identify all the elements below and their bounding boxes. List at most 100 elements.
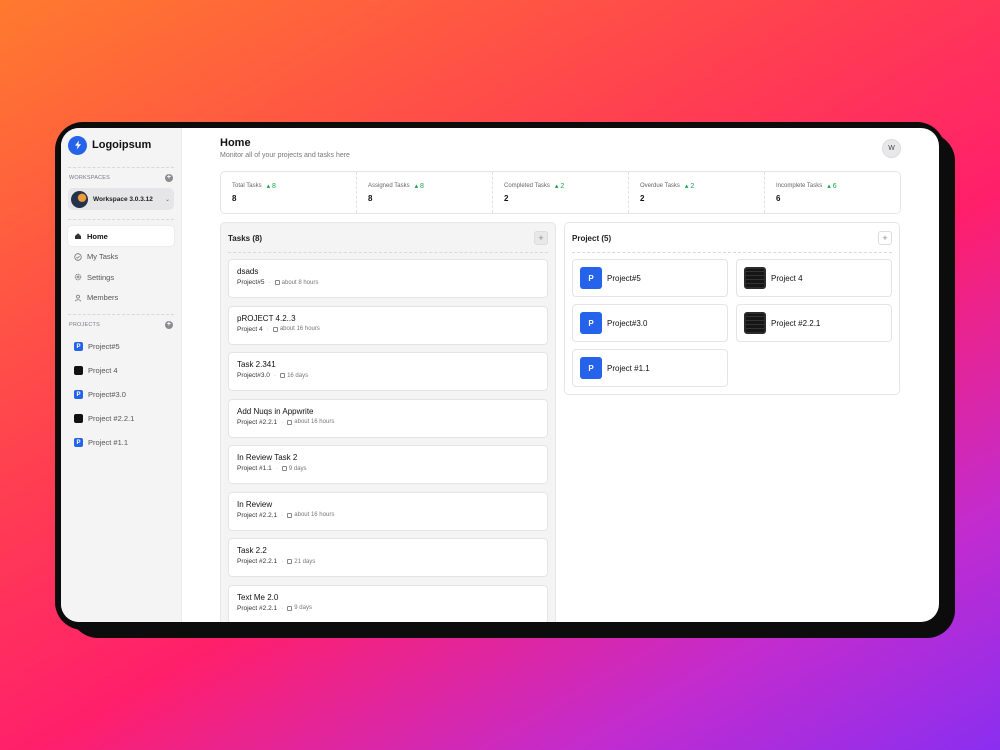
stat-value: 2 [504, 194, 509, 203]
stat-delta: 2 [690, 183, 695, 190]
nav-item-members[interactable]: Members [68, 288, 174, 308]
stat-overdue-tasks: Overdue Tasks ▴ 2 2 [629, 172, 765, 213]
stat-completed-tasks: Completed Tasks ▴ 2 2 [493, 172, 629, 213]
calendar-icon [287, 605, 293, 611]
stat-label: Overdue Tasks [640, 183, 680, 189]
task-card[interactable]: pROJECT 4.2..3 Project 4 · about 16 hours [228, 305, 548, 345]
task-due: 16 days [287, 372, 309, 379]
stat-label: Completed Tasks [504, 183, 550, 189]
sidebar-project-item[interactable]: P Project#3.0 [68, 383, 174, 407]
project-card[interactable]: P Project #1.1 [572, 349, 728, 387]
stat-delta: 2 [560, 183, 565, 190]
project-icon [744, 267, 766, 289]
task-name: Task 2.341 [237, 360, 276, 369]
stat-incomplete-tasks: Incomplete Tasks ▴ 6 6 [765, 172, 900, 213]
project-name: Project #2.2.1 [771, 318, 821, 328]
project-card[interactable]: P Project#5 [572, 259, 728, 297]
project-name: Project#3.0 [607, 318, 648, 328]
task-project: Project #2.2.1 [237, 418, 278, 426]
sidebar-project-label: Project #1.1 [88, 438, 129, 447]
user-avatar[interactable]: W [882, 139, 901, 158]
add-task-button[interactable]: + [534, 231, 548, 245]
brand-name: Logoipsum [92, 139, 152, 151]
task-due: 21 days [294, 558, 316, 565]
task-name: Add Nuqs in Appwrite [237, 406, 314, 416]
app-window: Logoipsum WORKSPACES + Workspace 3.0.3.1… [61, 128, 939, 622]
nav-item-home[interactable]: Home [68, 226, 174, 246]
nav-item-settings[interactable]: Settings [68, 267, 174, 287]
project-badge: P [74, 438, 83, 447]
add-workspace-icon[interactable]: + [165, 174, 173, 182]
trend-up-icon: ▴ 8 [414, 183, 424, 190]
stat-value: 6 [776, 194, 781, 203]
project-icon: P [580, 267, 602, 289]
project-badge [74, 366, 83, 375]
trend-up-icon: ▴ 2 [554, 183, 565, 190]
task-due: about 8 hours [281, 279, 319, 286]
divider [68, 313, 174, 315]
sidebar-project-label: Project#3.0 [88, 390, 126, 399]
stat-label: Assigned Tasks [368, 183, 410, 189]
task-project: Project #2.2.1 [237, 558, 278, 565]
stat-value: 2 [640, 194, 645, 203]
main-content: Home Monitor all of your projects and ta… [182, 128, 939, 622]
sidebar-project-item[interactable]: Project 4 [68, 359, 174, 383]
task-card[interactable]: In Review Project #2.2.1 · about 16 hours [228, 491, 548, 531]
task-due: about 16 hours [294, 512, 335, 518]
task-due: 9 days [288, 465, 307, 472]
sidebar: Logoipsum WORKSPACES + Workspace 3.0.3.1… [61, 128, 182, 622]
stat-delta: 8 [420, 183, 424, 190]
sidebar-project-item[interactable]: P Project #1.1 [68, 431, 174, 455]
task-card[interactable]: dsads Project#5 · about 8 hours [228, 259, 548, 298]
nav-label-members: Members [87, 293, 119, 302]
project-card[interactable]: Project 4 [736, 259, 892, 297]
sidebar-project-label: Project 4 [88, 366, 118, 375]
workspaces-heading: WORKSPACES [69, 175, 111, 181]
projects-heading: PROJECTS [69, 321, 100, 328]
sidebar-project-item[interactable]: Project #2.2.1 [68, 407, 174, 431]
task-card[interactable]: Text Me 2.0 Project #2.2.1 · 9 days [228, 584, 548, 622]
nav-label-home: Home [87, 231, 108, 241]
project-card[interactable]: Project #2.2.1 [736, 304, 892, 342]
task-name: Text Me 2.0 [237, 592, 279, 602]
projects-header: PROJECTS + [68, 320, 174, 329]
calendar-icon [281, 466, 287, 471]
workspace-switcher[interactable]: Workspace 3.0.3.12 ⌄ [68, 188, 174, 210]
add-project-button[interactable]: + [878, 231, 892, 245]
sidebar-project-item[interactable]: P Project#5 [68, 335, 174, 359]
stats-bar: Total Tasks ▴ 8 8 Assigned Tasks ▴ 8 8 Com… [220, 171, 901, 214]
nav-item-my-tasks[interactable]: My Tasks [68, 247, 174, 267]
stat-total-tasks: Total Tasks ▴ 8 8 [221, 172, 357, 213]
stat-value: 8 [232, 194, 237, 203]
task-name: In Review Task 2 [237, 453, 298, 462]
task-card[interactable]: Task 2.2 Project #2.2.1 · 21 days [228, 538, 548, 577]
project-card[interactable]: P Project#3.0 [572, 304, 728, 342]
task-card[interactable]: Task 2.341 Project#3.0 · 16 days [228, 352, 548, 391]
workspace-name: Workspace 3.0.3.12 [93, 195, 153, 203]
nav-label-settings: Settings [87, 272, 115, 282]
divider [68, 219, 174, 220]
calendar-icon [287, 512, 293, 518]
dashboard-panels: Tasks (8) + dsads Project#5 · about 8 hour… [220, 222, 901, 622]
task-due: about 16 hours [279, 326, 320, 332]
chevron-updown-icon: ⌄ [164, 196, 170, 203]
add-project-icon[interactable]: + [165, 320, 173, 329]
calendar-icon [287, 559, 293, 564]
stat-assigned-tasks: Assigned Tasks ▴ 8 8 [357, 172, 493, 213]
task-project: Project #2.2.1 [237, 604, 278, 612]
task-project: Project#5 [237, 279, 265, 286]
page-title: Home [220, 137, 251, 149]
sidebar-project-label: Project#5 [88, 342, 120, 351]
task-due: 9 days [294, 605, 312, 611]
task-name: dsads [237, 267, 259, 276]
task-project: Project #2.2.1 [237, 511, 278, 519]
project-name: Project 4 [771, 273, 803, 283]
task-card[interactable]: Add Nuqs in Appwrite Project #2.2.1 · abou… [228, 398, 548, 438]
brand-logo[interactable]: Logoipsum [68, 135, 174, 155]
stat-value: 8 [368, 194, 373, 203]
divider [68, 167, 174, 168]
task-card[interactable]: In Review Task 2 Project #1.1 · 9 days [228, 445, 548, 484]
project-name: Project #1.1 [607, 363, 650, 373]
projects-panel: Project (5) + P Project#5 Project 4 P Pr… [564, 222, 900, 395]
divider [228, 252, 548, 253]
